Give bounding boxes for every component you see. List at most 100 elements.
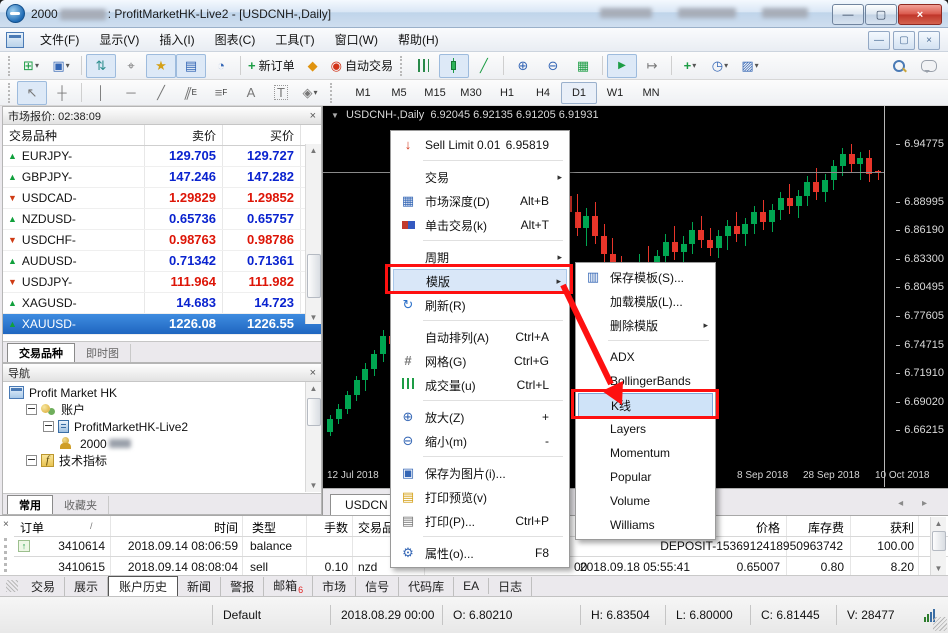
market-watch-row[interactable]: ▲AUDUSD-0.713420.71361 [3,251,321,272]
periods-button[interactable]: ◷▾ [706,54,736,78]
cursor-tool-button[interactable]: ↖ [17,81,47,105]
navigator-tab[interactable]: 常用 [7,495,53,514]
templates-button[interactable]: ▨▾ [736,54,766,78]
market-watch-tab[interactable]: 交易品种 [7,343,75,362]
terminal-tab-新闻[interactable]: 新闻 [178,577,221,596]
market-watch-column-2[interactable]: 买价 [223,125,301,145]
market-watch-row[interactable]: ▼USDCAD-1.298291.29852 [3,188,321,209]
context-menu-item-18[interactable]: ▤打印预览(v) [393,485,567,509]
template-submenu-item-8[interactable]: Momentum [578,441,713,465]
tree-collapse-icon[interactable] [26,404,37,415]
market-watch-row[interactable]: ▼USDJPY-111.964111.982 [3,272,321,293]
market-watch-scrollbar[interactable]: ▲ ▼ [305,144,321,324]
child-minimize-button[interactable]: — [868,31,890,50]
indicators-button[interactable]: +▾ [676,54,706,78]
market-watch-title[interactable]: 市场报价: 02:38:09× [3,107,321,125]
auto-trading-button[interactable]: ◉自动交易 [328,54,396,78]
navigator-scrollbar[interactable]: ▲ ▼ [305,382,321,492]
profiles-button[interactable]: ▣▾ [47,54,77,78]
horizontal-line-tool-button[interactable]: ─ [116,81,146,105]
candlestick-type-button[interactable] [439,54,469,78]
terminal-tab-信号[interactable]: 信号 [356,577,399,596]
maximize-button[interactable]: ▢ [865,4,897,25]
search-button[interactable] [884,54,914,78]
text-label-tool-button[interactable]: T [266,81,296,105]
zoom-in-button[interactable]: ⊕ [508,54,538,78]
navigator-toggle-button[interactable]: ★ [146,54,176,78]
market-watch-column-0[interactable]: 交易品种 [3,125,145,145]
terminal-tab-日志[interactable]: 日志 [489,577,532,596]
line-chart-type-button[interactable]: ╱ [469,54,499,78]
terminal-toggle-button[interactable]: ▤ [176,54,206,78]
context-menu-item-10[interactable]: 自动排列(A)Ctrl+A [393,325,567,349]
menubar-item-1[interactable]: 显示(V) [89,28,149,51]
context-menu-item-0[interactable]: ↓Sell Limit 0.016.95819 [393,133,567,157]
trendline-tool-button[interactable]: ╱ [146,81,176,105]
channel-tool-button[interactable]: ∥E [176,81,206,105]
new-chart-button[interactable]: ⊞▾ [17,54,47,78]
market-watch-row[interactable]: ▲XAUUSD-1226.081226.55 [3,314,321,335]
timeframe-m15-button[interactable]: M15 [417,82,453,104]
navigator-node-3[interactable]: 2000 [3,435,321,452]
strategy-tester-button[interactable]: ◔ [206,54,236,78]
timeframe-m5-button[interactable]: M5 [381,82,417,104]
menubar-item-2[interactable]: 插入(I) [149,28,204,51]
terminal-tab-代码库[interactable]: 代码库 [399,577,454,596]
menubar-item-4[interactable]: 工具(T) [265,28,324,51]
context-menu-item-12[interactable]: 成交量(u)Ctrl+L [393,373,567,397]
context-menu-item-17[interactable]: ▣保存为图片(i)... [393,461,567,485]
context-menu-item-4[interactable]: 单击交易(k)Alt+T [393,213,567,237]
close-icon[interactable]: × [310,367,316,379]
terminal-grip[interactable] [4,538,11,572]
tree-collapse-icon[interactable] [43,421,54,432]
context-menu-item-15[interactable]: ⊖缩小(m)- [393,429,567,453]
timeframe-m1-button[interactable]: M1 [345,82,381,104]
context-menu-item-21[interactable]: ⚙属性(o)...F8 [393,541,567,565]
close-icon[interactable]: × [310,110,316,122]
context-menu-item-14[interactable]: ⊕放大(Z)+ [393,405,567,429]
fibonacci-tool-button[interactable]: ≡F [206,81,236,105]
market-watch-row[interactable]: ▼USDCHF-0.987630.98786 [3,230,321,251]
crosshair-tool-button[interactable]: ┼ [47,81,77,105]
template-submenu-item-10[interactable]: Volume [578,489,713,513]
menubar-item-3[interactable]: 图表(C) [205,28,266,51]
terminal-tab-市场[interactable]: 市场 [313,577,356,596]
child-close-button[interactable]: × [918,31,940,50]
chat-button[interactable] [914,54,944,78]
terminal-tab-警报[interactable]: 警报 [221,577,264,596]
terminal-close-icon[interactable]: × [3,519,9,530]
navigator-node-0[interactable]: Profit Market HK [3,384,321,401]
navigator-tab[interactable]: 收藏夹 [53,496,109,514]
template-submenu-item-9[interactable]: Popular [578,465,713,489]
market-watch-column-1[interactable]: 卖价 [145,125,223,145]
timeframe-h4-button[interactable]: H4 [525,82,561,104]
timeframe-d1-button[interactable]: D1 [561,82,597,104]
context-menu-item-19[interactable]: ▤打印(P)...Ctrl+P [393,509,567,533]
navigator-node-2[interactable]: ProfitMarketHK-Live2 [3,418,321,435]
market-watch-row[interactable]: ▲XAGUSD-14.68314.723 [3,293,321,314]
menubar-item-6[interactable]: 帮助(H) [388,28,449,51]
timeframe-mn-button[interactable]: MN [633,82,669,104]
chart-shift-button[interactable]: ↦ [637,54,667,78]
tab-scroll-arrows[interactable]: ◂ ▸ [898,498,935,509]
new-order-button[interactable]: +新订单 [245,54,298,78]
auto-scroll-button[interactable]: ▶ [607,54,637,78]
text-tool-button[interactable]: A [236,81,266,105]
market-watch-row[interactable]: ▲GBPJPY-147.246147.282 [3,167,321,188]
market-watch-toggle-button[interactable]: ⇅ [86,54,116,78]
context-menu-item-2[interactable]: 交易▸ [393,165,567,189]
timeframe-h1-button[interactable]: H1 [489,82,525,104]
context-menu-item-11[interactable]: #网格(G)Ctrl+G [393,349,567,373]
terminal-scrollbar[interactable]: ▲ ▼ [930,517,946,575]
menubar-item-0[interactable]: 文件(F) [30,28,89,51]
navigator-node-4[interactable]: 技术指标 [3,452,321,469]
minimize-button[interactable]: — [832,4,864,25]
terminal-tab-展示[interactable]: 展示 [65,577,108,596]
zoom-out-button[interactable]: ⊖ [538,54,568,78]
tile-windows-button[interactable]: ▦ [568,54,598,78]
terminal-tab-ea[interactable]: EA [454,578,489,594]
metaeditor-button[interactable]: ◆ [298,54,328,78]
context-menu-item-3[interactable]: ▦市场深度(D)Alt+B [393,189,567,213]
arrows-tool-button[interactable]: ◈▾ [296,81,326,105]
resize-grip[interactable] [933,617,947,631]
